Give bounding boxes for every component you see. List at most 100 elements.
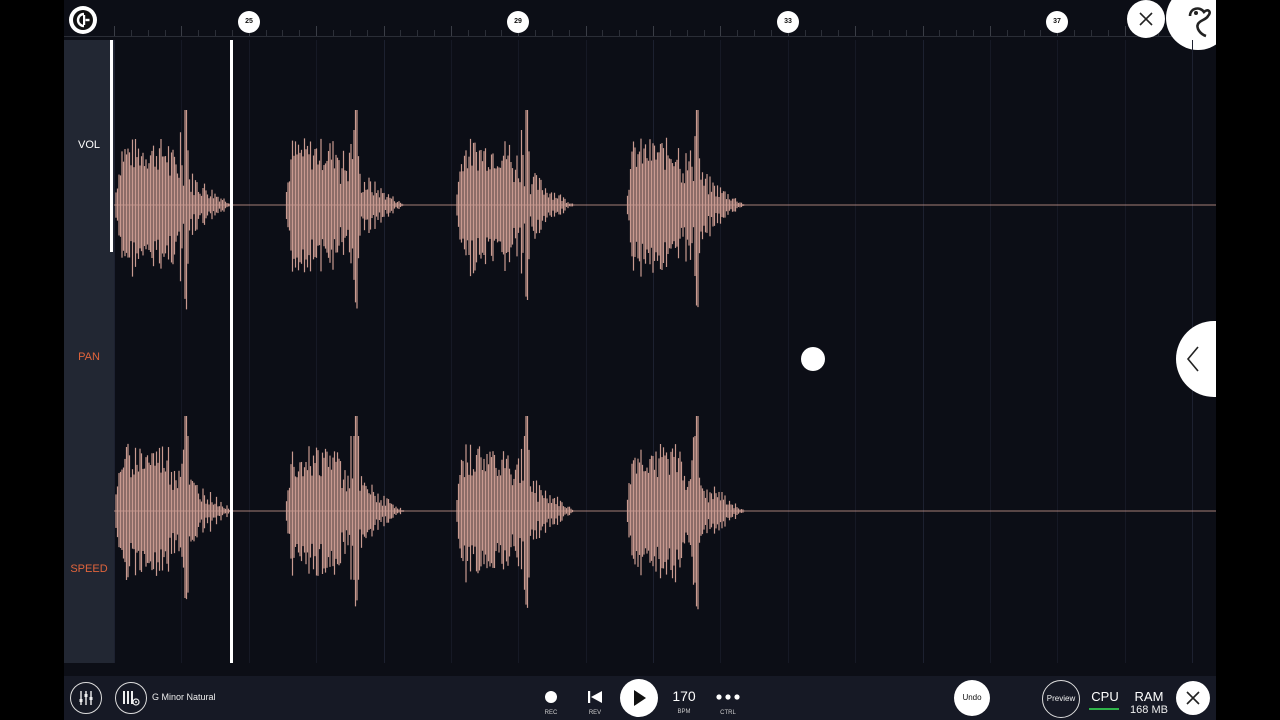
undo-button[interactable]: Undo — [954, 680, 990, 716]
ruler-tick — [265, 30, 267, 36]
close-icon — [1186, 691, 1200, 705]
sample-waveform — [114, 110, 1216, 610]
ruler-tick — [585, 26, 587, 36]
close-button[interactable] — [1176, 681, 1210, 715]
waveform-channel-right — [114, 416, 1216, 610]
ruler-tick — [1040, 30, 1042, 36]
preview-button[interactable]: Preview — [1042, 680, 1080, 718]
ruler-tick — [720, 26, 722, 36]
close-editor-button[interactable] — [1127, 0, 1165, 38]
ruler-tick — [653, 26, 654, 36]
ruler-tick — [1074, 30, 1076, 36]
loop-end-handle[interactable] — [801, 347, 825, 371]
ruler-tick — [922, 26, 924, 36]
play-button[interactable] — [620, 679, 658, 717]
mixer-icon — [79, 691, 93, 705]
ruler-tick — [703, 30, 705, 36]
ctrl-label: CTRL — [720, 710, 736, 716]
ruler-tick — [501, 30, 503, 36]
rewind-label: REV — [588, 710, 602, 716]
app-logo-icon — [73, 10, 93, 30]
ruler-tick — [551, 30, 553, 36]
timeline-ruler[interactable]: 25 29 33 37 — [64, 0, 1216, 40]
ruler-tick — [737, 30, 739, 36]
ruler-tick — [114, 26, 115, 36]
ruler-tick — [888, 30, 890, 36]
scale-name[interactable]: G Minor Natural — [152, 692, 216, 702]
ruler-tick — [1124, 26, 1126, 36]
ruler-tick — [804, 30, 806, 36]
ram-label: RAM — [1134, 689, 1164, 704]
ruler-tick — [669, 30, 671, 36]
bpm-label: BPM — [677, 709, 691, 715]
ruler-tick — [855, 26, 857, 36]
skip-back-icon — [588, 691, 602, 703]
ruler-tick — [215, 30, 217, 36]
ctrl-button[interactable]: CTRL — [712, 676, 744, 720]
mixer-button[interactable] — [70, 682, 102, 714]
record-label: REC — [544, 710, 558, 716]
ruler-tick — [484, 30, 486, 36]
ruler-tick — [871, 30, 873, 36]
ruler-tick — [181, 26, 183, 36]
ruler-tick — [568, 30, 570, 36]
ruler-tick — [383, 26, 385, 36]
ruler-tick — [164, 30, 166, 36]
ruler-tick — [366, 30, 368, 36]
speed-param-label[interactable]: SPEED — [64, 563, 114, 575]
pan-param-label[interactable]: PAN — [64, 351, 114, 363]
bottom-toolbar: G Minor Natural REC REV 170 BPM CTRL Und… — [64, 676, 1216, 720]
ruler-tick — [147, 30, 149, 36]
rewind-button[interactable]: REV — [582, 676, 608, 720]
record-button[interactable]: REC — [538, 676, 564, 720]
ruler-tick — [349, 30, 351, 36]
ruler-tick — [1107, 30, 1109, 36]
ruler-tick — [619, 30, 621, 36]
ruler-tick — [467, 30, 469, 36]
ruler-tick — [973, 30, 975, 36]
ruler-tick — [838, 30, 840, 36]
playhead[interactable] — [230, 40, 233, 663]
vol-level-bar[interactable] — [110, 40, 113, 252]
ruler-tick — [636, 30, 638, 36]
ruler-tick — [905, 30, 907, 36]
bar-marker-29[interactable]: 29 — [507, 11, 529, 33]
ruler-tick — [956, 30, 958, 36]
cpu-meter — [1089, 708, 1119, 710]
scale-settings-button[interactable] — [115, 682, 147, 714]
bar-marker-25[interactable]: 25 — [238, 11, 260, 33]
bar-marker-37[interactable]: 37 — [1046, 11, 1068, 33]
ruler-tick — [602, 30, 604, 36]
parameter-label-panel: VOL PAN SPEED — [64, 40, 114, 663]
ruler-tick — [450, 26, 452, 36]
ruler-tick — [535, 30, 537, 36]
play-icon — [634, 690, 646, 706]
ruler-tick — [1023, 30, 1025, 36]
cpu-label: CPU — [1091, 689, 1119, 704]
app-logo-button[interactable] — [69, 6, 97, 34]
record-icon — [545, 691, 557, 703]
bar-marker-33[interactable]: 33 — [777, 11, 799, 33]
ruler-tick — [299, 30, 301, 36]
piano-settings-icon — [123, 691, 140, 706]
ruler-baseline — [64, 36, 1216, 37]
ruler-tick — [417, 30, 419, 36]
ruler-tick — [821, 30, 823, 36]
ruler-tick — [332, 30, 334, 36]
ruler-tick — [1006, 30, 1008, 36]
vol-param-label[interactable]: VOL — [64, 139, 114, 151]
chevron-left-icon — [1186, 346, 1199, 372]
ruler-tick — [198, 30, 200, 36]
ruler-tick — [400, 30, 402, 36]
bpm-value[interactable]: 170 — [664, 688, 704, 704]
more-icon — [716, 694, 740, 700]
ruler-tick — [130, 30, 132, 36]
close-icon — [1139, 12, 1153, 26]
ram-value: 168 MB — [1130, 704, 1168, 716]
ruler-tick — [754, 30, 756, 36]
ruler-tick — [434, 30, 436, 36]
ruler-tick — [231, 30, 233, 36]
ruler-tick — [686, 30, 688, 36]
waveform-channel-left — [114, 110, 1216, 310]
ruler-tick — [770, 30, 772, 36]
